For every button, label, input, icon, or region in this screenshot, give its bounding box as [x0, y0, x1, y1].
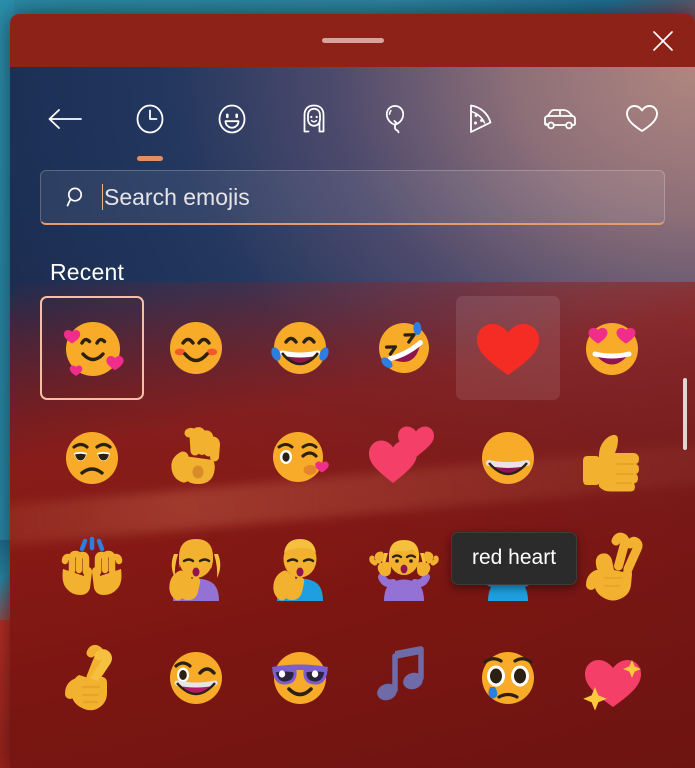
- emoji-cell-grinning-face[interactable]: [456, 406, 560, 510]
- search-icon: [65, 185, 89, 209]
- clock-icon: [136, 104, 164, 133]
- emoji-cell-rolling-on-the-floor-laughing[interactable]: [352, 296, 456, 400]
- window-drag-handle[interactable]: [321, 38, 384, 43]
- emoji-cell-woman-shrugging[interactable]: [352, 516, 456, 620]
- emoji-cell-face-with-tears-of-joy[interactable]: [248, 296, 352, 400]
- search-input[interactable]: [104, 182, 664, 212]
- emoji-cell-thumbs-up[interactable]: [560, 406, 664, 510]
- emoji-cell-smiling-face-with-hearts[interactable]: [40, 296, 144, 400]
- emoji-cell-crossed-fingers[interactable]: [40, 626, 144, 730]
- emoji-cell-winking-face-with-tongue[interactable]: [144, 626, 248, 730]
- section-title-recent: Recent: [50, 259, 125, 285]
- heart-icon: [626, 104, 658, 132]
- emoji-cell-ok-hand[interactable]: [144, 406, 248, 510]
- balloon-icon: [385, 104, 405, 133]
- emoji-cell-musical-notes[interactable]: [352, 626, 456, 730]
- emoji-cell-smiling-face-with-heart-eyes[interactable]: [560, 296, 664, 400]
- emoji-row: [40, 516, 677, 626]
- tab-active-indicator: [137, 155, 163, 161]
- emoji-cell-sparkling-heart[interactable]: [560, 626, 664, 730]
- emoji-cell-red-heart[interactable]: [456, 296, 560, 400]
- tab-celebrations[interactable]: [367, 90, 425, 148]
- emoji-cell-woman-facepalming[interactable]: [144, 516, 248, 620]
- pizza-icon: [470, 104, 492, 133]
- emoji-grid[interactable]: [10, 296, 695, 736]
- emoji-picker-body: Recent: [10, 67, 695, 768]
- smiley-icon: [218, 104, 246, 133]
- emoji-cell-two-hearts[interactable]: [352, 406, 456, 510]
- window-titlebar[interactable]: [10, 14, 695, 67]
- car-icon: [544, 108, 576, 129]
- tab-symbols[interactable]: [613, 90, 671, 148]
- emoji-picker-window: Recent: [10, 14, 695, 768]
- tab-smileys[interactable]: [203, 90, 261, 148]
- emoji-row: [40, 296, 677, 406]
- emoji-cell-smiling-face-with-smiling-eyes[interactable]: [144, 296, 248, 400]
- tab-food[interactable]: [449, 90, 507, 148]
- emoji-cell-man-facepalming[interactable]: [248, 516, 352, 620]
- category-tabstrip: [10, 67, 695, 170]
- text-caret: [102, 184, 103, 210]
- back-arrow-icon: [48, 108, 82, 129]
- tab-travel[interactable]: [531, 90, 589, 148]
- search-box[interactable]: [40, 170, 665, 225]
- emoji-cell-crying-face[interactable]: [456, 626, 560, 730]
- scrollbar-thumb[interactable]: [683, 378, 687, 450]
- emoji-row: [40, 626, 677, 736]
- close-icon: [653, 30, 673, 51]
- tab-people[interactable]: [285, 90, 343, 148]
- person-icon: [303, 104, 325, 132]
- emoji-cell-smiling-face-with-sunglasses[interactable]: [248, 626, 352, 730]
- emoji-cell-face-blowing-a-kiss[interactable]: [248, 406, 352, 510]
- back-button[interactable]: [36, 90, 94, 148]
- category-tabs: [121, 90, 677, 161]
- emoji-grid-scrollbar[interactable]: [680, 362, 690, 768]
- emoji-row: [40, 406, 677, 516]
- close-button[interactable]: [631, 14, 695, 67]
- emoji-cell-raising-hands[interactable]: [40, 516, 144, 620]
- emoji-cell-pensive-face[interactable]: [40, 406, 144, 510]
- tab-recent[interactable]: [121, 90, 179, 161]
- emoji-tooltip: red heart: [451, 532, 578, 585]
